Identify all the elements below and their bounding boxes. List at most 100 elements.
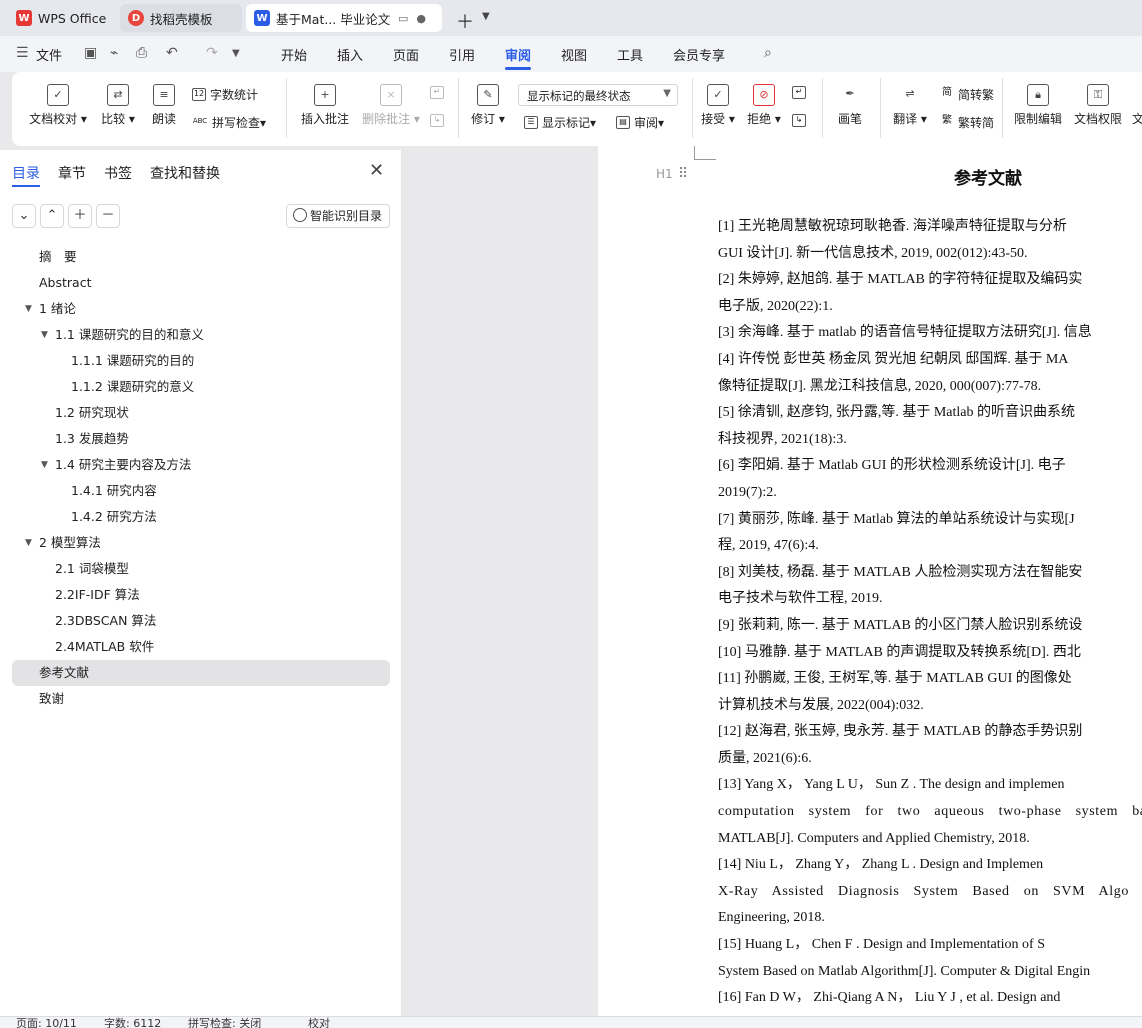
add-heading-button[interactable]: ＋	[68, 204, 92, 228]
tab-controls[interactable]: ▭●	[398, 12, 434, 25]
toc-item[interactable]: 1.1.2 课题研究的意义	[12, 374, 390, 400]
status-page[interactable]: 页面: 10/11	[16, 1017, 77, 1028]
markup-state-select[interactable]: 显示标记的最终状态 ▼	[518, 84, 678, 106]
menu-review[interactable]: 审阅	[505, 45, 531, 64]
toc-item[interactable]: 2.1 词袋模型	[12, 556, 390, 582]
collapse-all-button[interactable]: ⌄	[12, 204, 36, 228]
quick-access-chevron-icon[interactable]: ▼	[232, 48, 240, 59]
more-ribbon-button[interactable]: 文	[1132, 84, 1142, 127]
expand-triangle-icon[interactable]: ▼	[25, 530, 32, 556]
word-count-button[interactable]: 12 字数统计	[192, 86, 258, 103]
tab-document[interactable]: W 基于Mat... 毕业论文 ▭●	[246, 4, 442, 32]
delete-comment-button[interactable]: × 删除批注 ▾	[360, 84, 422, 127]
nav-tab-bookmarks[interactable]: 书签	[104, 163, 132, 183]
reject-button[interactable]: ⊘ 拒绝 ▾	[744, 84, 784, 127]
nav-tab-toc[interactable]: 目录	[12, 163, 40, 183]
toc-item-label: 1.1 课题研究的目的和意义	[55, 327, 204, 342]
insert-comment-button[interactable]: + 插入批注	[298, 84, 352, 127]
prev-change-button[interactable]: ↵	[792, 86, 810, 99]
to-traditional-button[interactable]: 简 简转繁	[940, 86, 994, 103]
drag-handle-icon[interactable]: ⠿	[678, 166, 688, 182]
toc-item[interactable]: 1.1.1 课题研究的目的	[12, 348, 390, 374]
toc-item-label: 参考文献	[39, 665, 90, 680]
reference-line: [6] 李阳娟. 基于 Matlab GUI 的形状检测系统设计[J]. 电子	[718, 458, 1066, 474]
tab-list-chevron-icon[interactable]: ▼	[482, 11, 490, 22]
smart-toc-button[interactable]: 智能识别目录	[286, 204, 390, 228]
to-simplified-icon: 繁	[942, 115, 952, 126]
share-icon[interactable]: ⌁	[110, 45, 118, 61]
accept-button[interactable]: ✓ 接受 ▾	[698, 84, 738, 127]
spell-check-button[interactable]: ABC 拼写检查 ▾	[192, 114, 266, 131]
show-markup-button[interactable]: ☰ 显示标记 ▾	[524, 114, 596, 131]
plus-icon: ＋	[73, 208, 87, 223]
toc-item-label: Abstract	[39, 275, 92, 290]
toc-item[interactable]: 1.3 发展趋势	[12, 426, 390, 452]
remove-heading-button[interactable]: －	[96, 204, 120, 228]
toc-item[interactable]: ▼ 2 模型算法	[12, 530, 390, 556]
search-icon[interactable]: ⌕	[764, 45, 772, 61]
menu-reference[interactable]: 引用	[449, 45, 475, 64]
toc-item[interactable]: 参考文献	[12, 660, 390, 686]
toc-item[interactable]: 2.4MATLAB 软件	[12, 634, 390, 660]
tab-label: WPS Office	[38, 10, 107, 26]
toc-item[interactable]: 2.2IF-IDF 算法	[12, 582, 390, 608]
expand-triangle-icon[interactable]: ▼	[41, 452, 48, 478]
next-comment-button[interactable]: ↳	[430, 114, 448, 127]
expand-triangle-icon[interactable]: ▼	[25, 296, 32, 322]
tab-wps-office[interactable]: W WPS Office	[8, 4, 116, 32]
translate-button[interactable]: ⇌ 翻译 ▾	[890, 84, 930, 127]
toc-item[interactable]: 致谢	[12, 686, 390, 712]
undo-icon[interactable]: ↶	[166, 45, 178, 61]
print-preview-icon[interactable]: ⎙	[136, 45, 147, 61]
status-proofread[interactable]: 校对	[308, 1017, 330, 1028]
toc-item[interactable]: ▼ 1.4 研究主要内容及方法	[12, 452, 390, 478]
toc-item[interactable]: ▼ 1.1 课题研究的目的和意义	[12, 322, 390, 348]
save-icon[interactable]: ▣	[84, 45, 97, 61]
reference-line: [2] 朱婷婷, 赵旭鸽. 基于 MATLAB 的字符特征提取及编码实	[718, 272, 1083, 288]
to-simplified-button[interactable]: 繁 繁转简	[940, 114, 994, 131]
new-tab-plus-icon[interactable]: ＋	[456, 8, 474, 34]
toc-item[interactable]: 1.4.1 研究内容	[12, 478, 390, 504]
redo-icon[interactable]: ↷	[206, 45, 218, 61]
next-change-button[interactable]: ↳	[792, 114, 810, 127]
toc-item[interactable]: Abstract	[12, 270, 390, 296]
status-spell-check[interactable]: 拼写检查: 关闭	[188, 1017, 261, 1028]
wps-logo-icon: W	[16, 10, 32, 26]
doc-check-button[interactable]: ✓ 文档校对 ▾	[28, 84, 88, 127]
toc-item[interactable]: 1.2 研究现状	[12, 400, 390, 426]
menu-home[interactable]: 开始	[281, 45, 307, 64]
doc-permission-button[interactable]: ⚿ 文档权限	[1070, 84, 1126, 127]
revise-button[interactable]: ✎ 修订 ▾	[468, 84, 508, 127]
review-pane-button[interactable]: ▤ 审阅 ▾	[616, 114, 664, 131]
menu-tools[interactable]: 工具	[617, 45, 643, 64]
nav-tab-find-replace[interactable]: 查找和替换	[150, 163, 220, 183]
ribbon-divider	[458, 78, 459, 138]
tab-label: 基于Mat... 毕业论文	[276, 11, 391, 27]
toc-item[interactable]: 2.3DBSCAN 算法	[12, 608, 390, 634]
document-page[interactable]: H1 ⠿ 参考文献 [1] 王光艳周慧敏祝琼珂耿艳香. 海洋噪声特征提取与分析 G…	[598, 146, 1142, 1016]
toc-item[interactable]: 摘 要	[12, 244, 390, 270]
toc-item[interactable]: ▼ 1 绪论	[12, 296, 390, 322]
pen-button[interactable]: ✒ 画笔	[832, 84, 868, 127]
expand-up-button[interactable]: ⌃	[40, 204, 64, 228]
accept-icon: ✓	[707, 84, 729, 106]
restrict-edit-button[interactable]: 🔒︎ 限制编辑	[1010, 84, 1066, 127]
hamburger-menu-icon[interactable]: ☰	[16, 45, 29, 61]
status-word-count[interactable]: 字数: 6112	[104, 1017, 161, 1028]
tab-template[interactable]: D 找稻壳模板	[120, 4, 242, 32]
prev-comment-button[interactable]: ↵	[430, 86, 448, 99]
menu-page[interactable]: 页面	[393, 45, 419, 64]
menu-member[interactable]: 会员专享	[673, 45, 725, 64]
toc-item[interactable]: 1.4.2 研究方法	[12, 504, 390, 530]
close-icon[interactable]: ✕	[369, 160, 384, 181]
word-count-icon: 12	[192, 88, 206, 101]
ribbon-divider	[880, 78, 881, 138]
menu-insert[interactable]: 插入	[337, 45, 363, 64]
menu-file[interactable]: 文件	[36, 45, 62, 64]
menu-view[interactable]: 视图	[561, 45, 587, 64]
expand-triangle-icon[interactable]: ▼	[41, 322, 48, 348]
compare-button[interactable]: ⇄ 比较 ▾	[96, 84, 140, 127]
read-aloud-button[interactable]: ≡ 朗读	[148, 84, 180, 127]
nav-tab-sections[interactable]: 章节	[58, 163, 86, 183]
reject-icon: ⊘	[753, 84, 775, 106]
